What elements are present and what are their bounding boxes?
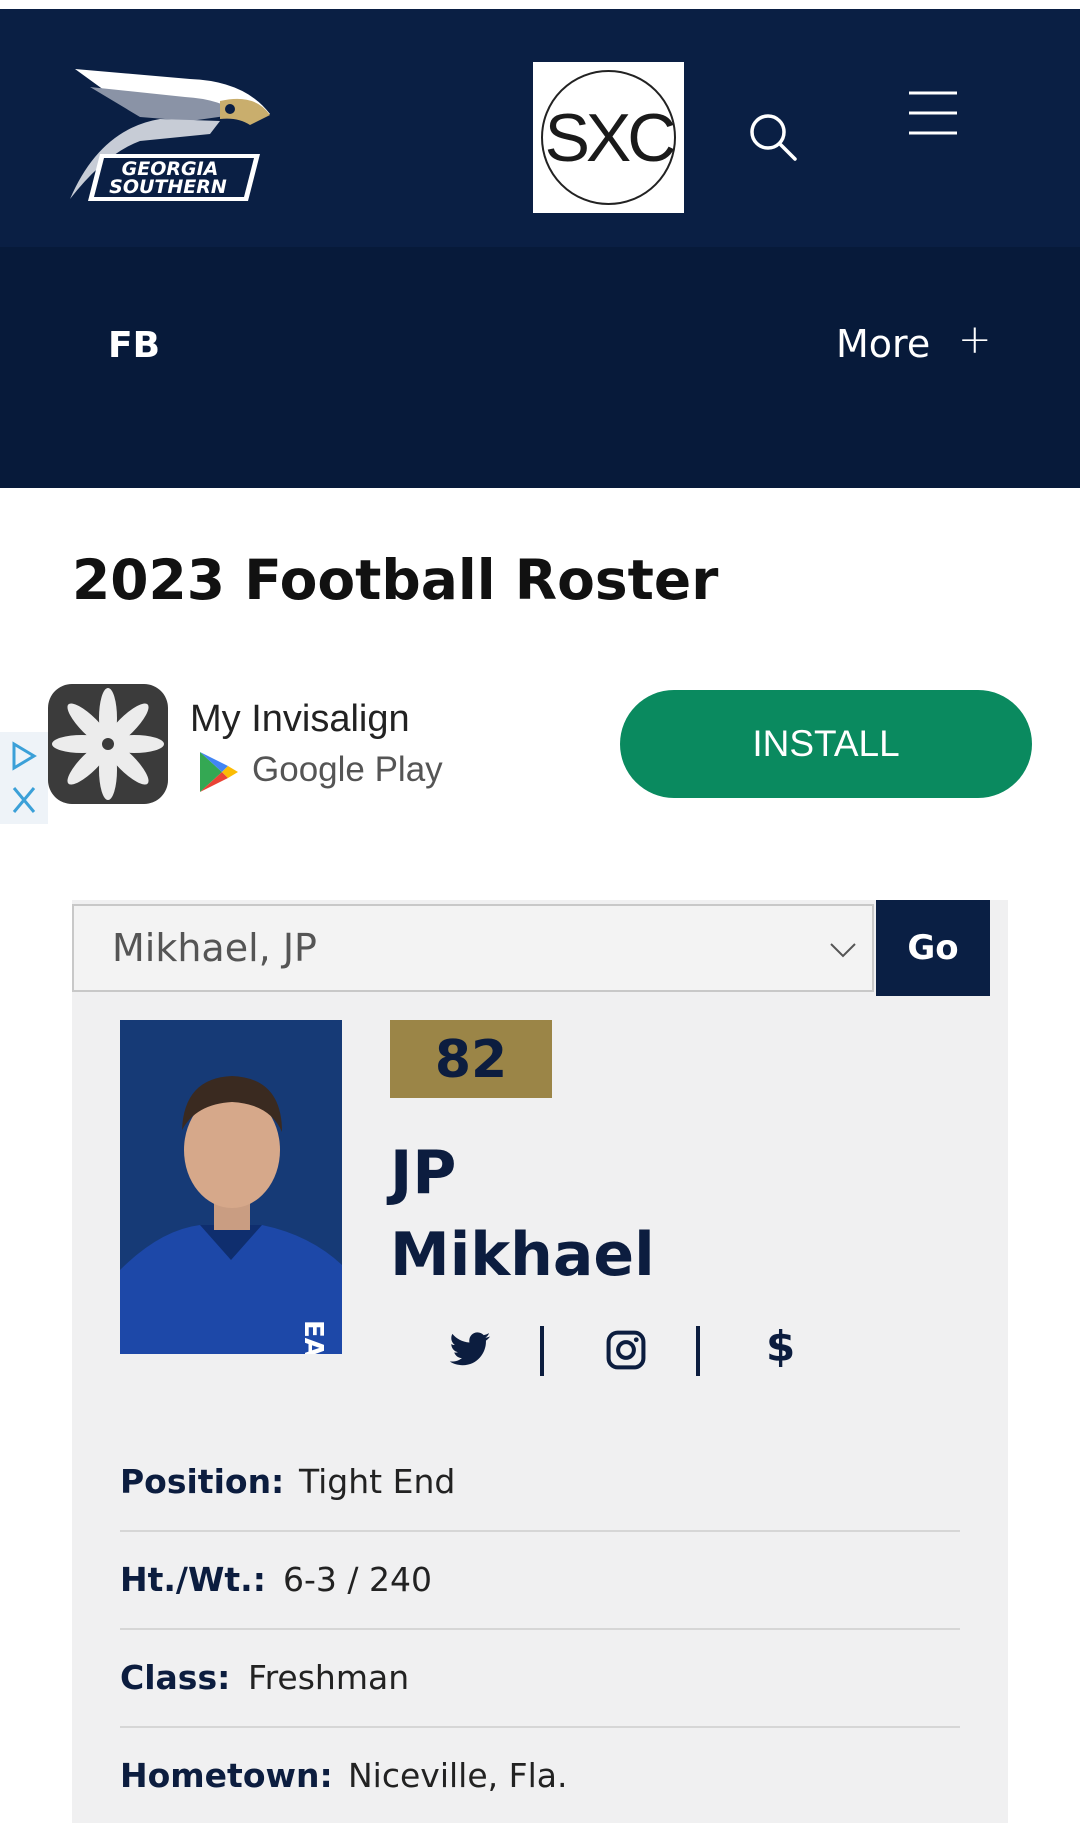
selected-player: Mikhael, JP — [112, 926, 317, 970]
twitter-link[interactable] — [448, 1328, 492, 1372]
detail-value: Tight End — [299, 1462, 456, 1501]
instagram-icon — [606, 1330, 646, 1370]
instagram-link[interactable] — [604, 1328, 648, 1372]
detail-row-hometown: Hometown: Niceville, Fla. — [120, 1744, 960, 1814]
detail-label: Ht./Wt.: — [120, 1560, 266, 1599]
player-photo: EAGL — [120, 1020, 342, 1354]
ad-banner[interactable]: My Invisalign Google Play INSTALL — [0, 668, 1080, 828]
search-button[interactable] — [745, 109, 801, 165]
detail-value: Freshman — [248, 1658, 410, 1697]
hamburger-icon — [909, 91, 957, 135]
install-button[interactable]: INSTALL — [620, 690, 1032, 798]
social-separator — [540, 1326, 544, 1376]
top-strip — [0, 0, 1080, 9]
svg-text:EAGL: EAGL — [298, 1320, 328, 1354]
georgia-southern-logo[interactable]: GEORGIA SOUTHERN — [70, 59, 320, 209]
ad-app-name: My Invisalign — [190, 698, 410, 740]
player-last-name: Mikhael — [390, 1220, 655, 1290]
page-title: 2023 Football Roster — [72, 548, 719, 612]
google-play-icon — [200, 752, 238, 792]
sponsor-logo[interactable]: SXC — [533, 62, 684, 213]
app-icon — [48, 684, 168, 804]
detail-value: 6-3 / 240 — [283, 1560, 432, 1599]
plus-icon[interactable]: + — [958, 317, 992, 363]
sport-label[interactable]: FB — [108, 325, 160, 366]
detail-row-position: Position: Tight End — [120, 1450, 960, 1532]
detail-label: Hometown: — [120, 1756, 333, 1795]
twitter-icon — [449, 1332, 491, 1366]
ad-choices[interactable] — [0, 732, 48, 824]
go-button[interactable]: Go — [876, 900, 990, 996]
detail-value: Niceville, Fla. — [348, 1756, 568, 1795]
search-icon — [750, 114, 797, 161]
jersey-number: 82 — [390, 1020, 552, 1098]
social-separator — [696, 1326, 700, 1376]
hamburger-menu-button[interactable] — [905, 87, 961, 143]
chevron-down-icon — [830, 943, 856, 958]
nil-link[interactable]: $ — [766, 1322, 795, 1371]
detail-label: Class: — [120, 1658, 231, 1697]
detail-row-class: Class: Freshman — [120, 1646, 960, 1728]
roster-player-select[interactable]: Mikhael, JP — [72, 904, 874, 992]
site-header: GEORGIA SOUTHERN SXC — [0, 9, 1080, 247]
svg-text:SOUTHERN: SOUTHERN — [109, 176, 227, 198]
player-first-name: JP — [390, 1138, 457, 1208]
more-menu-button[interactable]: More — [836, 322, 930, 366]
sponsor-text: SXC — [544, 100, 677, 176]
sport-subnav: FB More + — [0, 247, 1080, 488]
ad-store-name: Google Play — [252, 750, 443, 789]
ad-store: Google Play — [196, 750, 443, 794]
detail-row-height-weight: Ht./Wt.: 6-3 / 240 — [120, 1548, 960, 1630]
detail-label: Position: — [120, 1462, 285, 1501]
